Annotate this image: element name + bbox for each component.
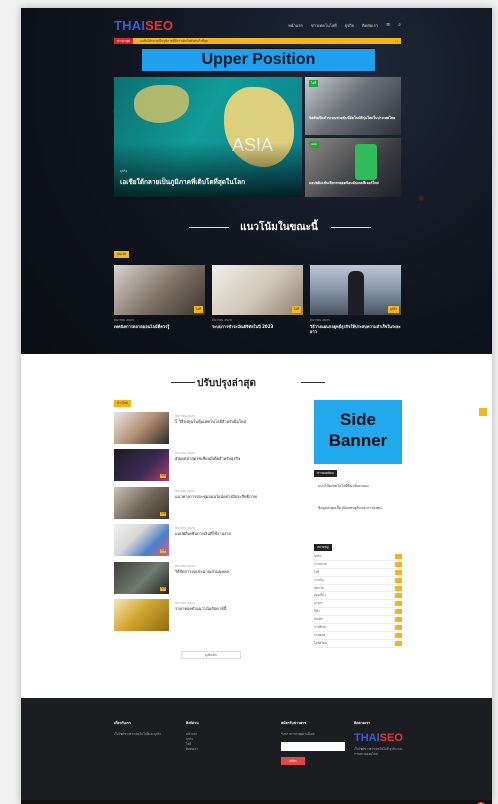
side-banner[interactable]: Side Banner xyxy=(314,400,402,464)
category-item[interactable]: การศึกษา xyxy=(314,624,402,632)
phone-image xyxy=(355,144,377,180)
trend-card-2[interactable]: ไอที ธันวาคม 2023 ระบบการชำระเงินดิจิทัล… xyxy=(212,265,303,329)
category-item[interactable]: ไลฟ์สไตล์ xyxy=(314,640,402,648)
category-item[interactable]: สุขภาพ xyxy=(314,585,402,593)
footer-col-links: ลิงก์ด่วน หน้าแรก ธุรกิจ ไอที ติดต่อเรา xyxy=(186,720,251,752)
site-logo[interactable]: THAISEO xyxy=(114,18,173,33)
trend-card-title[interactable]: วิธีวางแผนกลยุทธ์ธุรกิจให้ประสบความสำเร็… xyxy=(310,324,401,334)
nav-item-home[interactable]: หน้าแรก xyxy=(288,22,303,29)
main-nav: หน้าแรก ข่าวเทคโนโลยี ธุรกิจ ติดต่อเรา ≡… xyxy=(288,22,401,29)
footer-col-about: เกี่ยวกับเรา เว็บไซต์ข่าวสารเทคโนโลยีและ… xyxy=(114,721,161,736)
ticker-tag: ข่าวล่าสุด xyxy=(114,38,133,44)
side-card-2[interactable]: แอป แอปพลิเคชันเรียกรถยอดนิยมอัปเดตฟีเจอ… xyxy=(305,138,401,197)
list-item[interactable]: ไอที ธันวาคม 2023 แนวทางการประชุมออนไลน์… xyxy=(114,487,314,519)
trend-card-title[interactable]: ระบบการชำระเงินดิจิทัลในปี 2023 xyxy=(212,324,303,329)
map-landmass xyxy=(134,85,189,123)
hero-title[interactable]: เอเชียใต้กลายเป็นภูมิภาคที่เติบโตที่สุดใ… xyxy=(120,177,245,187)
category-list: ธุรกิจ การตลาด ไอที การเงิน สุขภาพ ท่องเ… xyxy=(314,553,402,648)
featured-label: แนะนำ xyxy=(114,251,130,258)
trend-card-3[interactable]: ธุรกิจ ธันวาคม 2023 วิธีวางแผนกลยุทธ์ธุร… xyxy=(310,265,401,334)
footer-col-newsletter: สมัครรับข่าวสาร รับข่าวสารล่าสุดผ่านอีเม… xyxy=(281,720,346,765)
section-title-latest: ปรับปรุงล่าสุด xyxy=(197,378,257,389)
category-item[interactable]: ธุรกิจ xyxy=(314,553,402,561)
nav-item-contact[interactable]: ติดต่อเรา xyxy=(362,22,378,29)
list-item[interactable]: ไอที ธันวาคม 2023 อัปเดตล่าสุดโซเชียลมีเ… xyxy=(114,449,314,481)
upper-position-banner[interactable]: Upper Position xyxy=(141,48,376,72)
side-card-badge: ไอที xyxy=(309,80,319,87)
sidebar-link[interactable]: แนวโน้มเทคโนโลยีที่น่าจับตามอง xyxy=(318,484,402,489)
footer-link[interactable]: ติดต่อเรา xyxy=(186,747,251,752)
footer-col-follow: ติดตามเรา THAISEO เว็บไซต์ข่าวสารเทคโนโล… xyxy=(354,720,406,757)
sidebar-heading-categories: หมวดหมู่ xyxy=(314,544,332,551)
trend-card-1[interactable]: ไอที ธันวาคม 2023 เทคนิคการตลาดออนไลน์ที… xyxy=(114,265,205,329)
list-item[interactable]: ธันวาคม 2023 5 วิธีลงทุนในหุ้นเทคโนโลยีส… xyxy=(114,412,314,444)
category-item[interactable]: กีฬา xyxy=(314,608,402,617)
hero-article[interactable]: ASIA ธุรกิจ เอเชียใต้กลายเป็นภูมิภาคที่เ… xyxy=(114,77,302,197)
load-more-button[interactable]: ดูเพิ่มเติม xyxy=(181,651,241,659)
page-frame: THAISEO หน้าแรก ข่าวเทคโนโลยี ธุรกิจ ติด… xyxy=(21,8,492,804)
site-footer xyxy=(21,698,492,804)
subscribe-button[interactable]: สมัคร xyxy=(281,757,305,765)
search-icon[interactable]: ⌕ xyxy=(398,22,401,29)
ticker-nav[interactable]: ‹ › xyxy=(395,38,398,44)
nav-item-business[interactable]: ธุรกิจ xyxy=(345,22,354,29)
category-item[interactable]: ท่องเที่ยว xyxy=(314,592,402,601)
side-card-title[interactable]: นิสสันเปิดตัวระบบช่วยขับขี่อัตโนมัติรุ่น… xyxy=(309,116,399,121)
sidebar-link[interactable]: ข้อมูลล่าสุดเกี่ยวกับเศรษฐกิจและการลงทุน xyxy=(318,506,402,511)
category-item[interactable]: บันเทิง xyxy=(314,616,402,625)
side-card-1[interactable]: ไอที นิสสันเปิดตัวระบบช่วยขับขี่อัตโนมัต… xyxy=(305,77,401,135)
category-item[interactable]: อาหาร xyxy=(314,600,402,609)
section-title-trending: แนวโน้มในขณะนี้ xyxy=(240,222,318,233)
latest-label: ข่าวใหม่ xyxy=(114,400,131,407)
newsletter-email-input[interactable] xyxy=(281,742,345,751)
list-item[interactable]: ไอที ธันวาคม 2023 วิธีจัดการงบประมาณส่วน… xyxy=(114,562,314,594)
person-image xyxy=(348,271,364,315)
hero-meta: ธุรกิจ xyxy=(120,169,128,173)
hamburger-icon[interactable]: ≡ xyxy=(386,22,390,29)
side-card-title[interactable]: แอปพลิเคชันเรียกรถยอดนิยมอัปเดตฟีเจอร์ให… xyxy=(309,181,399,186)
footer-logo[interactable]: THAISEO xyxy=(354,732,406,744)
news-ticker: ข่าวล่าสุด เอเชียใต้กลายเป็นภูมิภาคที่มี… xyxy=(114,38,401,44)
footer-bottom-bar xyxy=(21,800,492,804)
category-item[interactable]: การเงิน xyxy=(314,577,402,585)
ticker-text[interactable]: เอเชียใต้กลายเป็นภูมิภาคที่มีการเติบโตดิ… xyxy=(140,38,208,44)
list-item[interactable]: ไอที ธันวาคม 2023 แอปพลิเคชันการเงินที่ใ… xyxy=(114,524,314,556)
list-item[interactable]: ธันวาคม 2023 ราคาทองคำแนวโน้มสัปดาห์นี้ xyxy=(114,599,314,631)
trend-card-title[interactable]: เทคนิคการตลาดออนไลน์ที่ควรรู้ xyxy=(114,324,205,329)
category-item[interactable]: การตลาด xyxy=(314,561,402,569)
site-header: THAISEO หน้าแรก ข่าวเทคโนโลยี ธุรกิจ ติด… xyxy=(114,16,401,36)
floating-tab[interactable] xyxy=(479,408,487,416)
category-item[interactable]: ยานยนต์ xyxy=(314,632,402,640)
category-item[interactable]: ไอที xyxy=(314,569,402,577)
nav-item-tech[interactable]: ข่าวเทคโนโลยี xyxy=(311,22,337,29)
sidebar-heading-popular: ข่าวยอดนิยม xyxy=(314,470,337,477)
